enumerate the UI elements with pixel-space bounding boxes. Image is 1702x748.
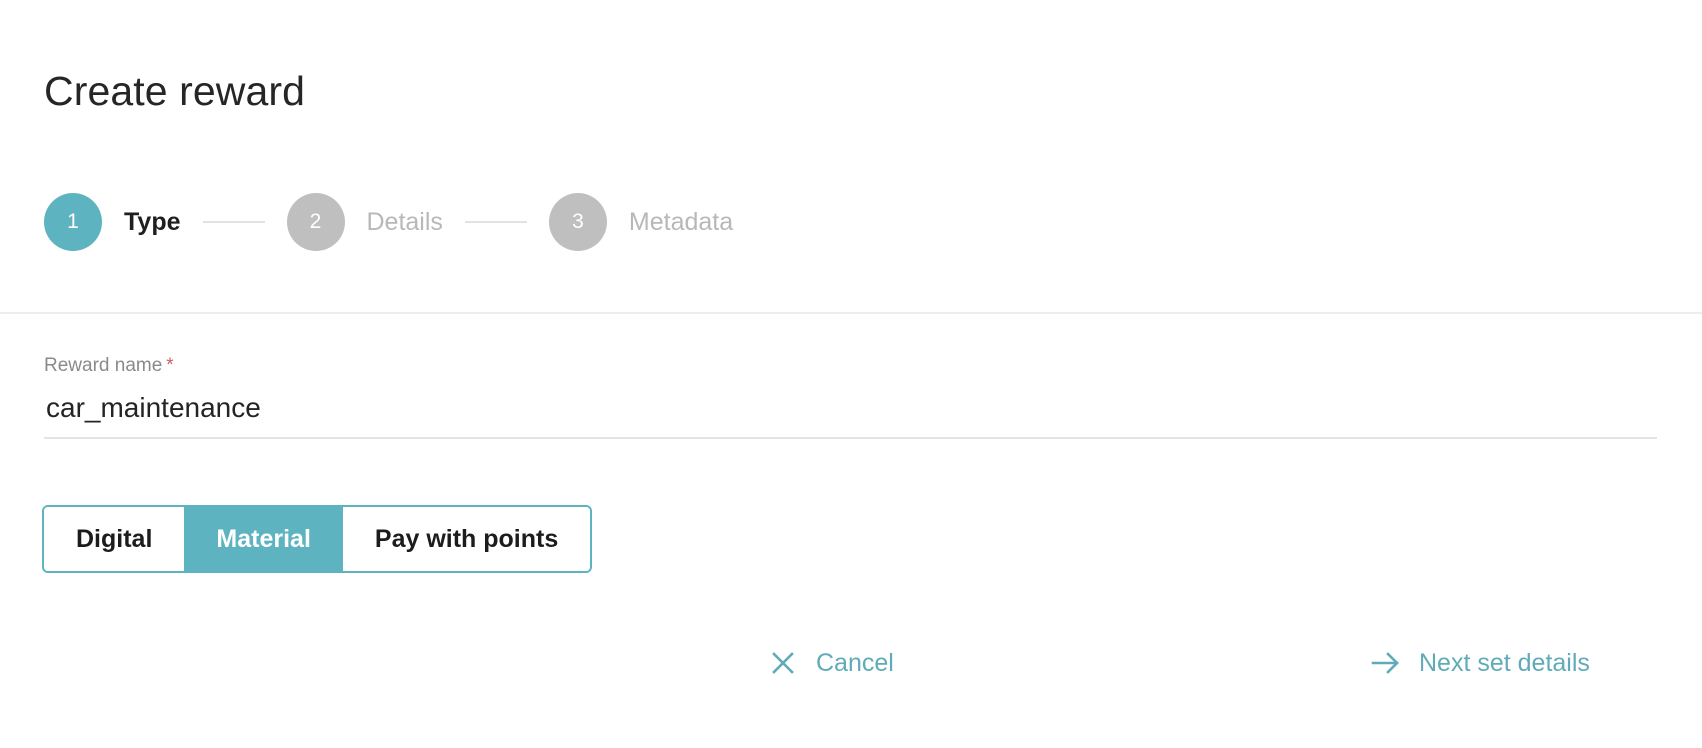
stepper: 1 Type 2 Details 3 Metadata — [44, 193, 733, 251]
close-icon — [768, 648, 798, 678]
required-asterisk: * — [166, 355, 174, 376]
arrow-right-icon — [1371, 648, 1401, 678]
step-label-metadata: Metadata — [628, 208, 734, 236]
step-number-badge-1: 1 — [44, 193, 102, 251]
step-number-badge-2: 2 — [286, 193, 345, 251]
next-set-details-button[interactable]: Next set details — [1371, 648, 1590, 678]
footer-actions: Cancel Next set details — [0, 648, 1702, 696]
step-label-details: Details — [366, 208, 443, 236]
page-title: Create reward — [44, 68, 306, 115]
section-divider — [0, 312, 1702, 314]
create-reward-page: Create reward 1 Type 2 Details 3 Metadat… — [0, 0, 1702, 748]
cancel-button[interactable]: Cancel — [768, 648, 894, 678]
reward-name-input[interactable] — [44, 391, 1657, 439]
stepper-connector-1 — [202, 221, 265, 223]
reward-name-label: Reward name * — [44, 355, 1657, 377]
reward-type-option-digital[interactable]: Digital — [44, 507, 185, 571]
cancel-button-label: Cancel — [816, 648, 894, 677]
stepper-connector-2 — [464, 221, 527, 223]
reward-name-label-text: Reward name — [44, 355, 163, 376]
reward-type-option-material[interactable]: Material — [184, 507, 343, 571]
step-label-type: Type — [124, 208, 181, 236]
next-set-details-label: Next set details — [1419, 648, 1590, 677]
stepper-step-details[interactable]: 2 Details — [286, 193, 443, 251]
step-number-badge-3: 3 — [548, 193, 607, 251]
reward-name-field: Reward name * — [44, 355, 1657, 439]
reward-type-option-pay-with-points[interactable]: Pay with points — [342, 507, 591, 571]
reward-type-segmented-control: Digital Material Pay with points — [42, 505, 593, 573]
stepper-step-type[interactable]: 1 Type — [44, 193, 181, 251]
stepper-step-metadata[interactable]: 3 Metadata — [548, 193, 734, 251]
